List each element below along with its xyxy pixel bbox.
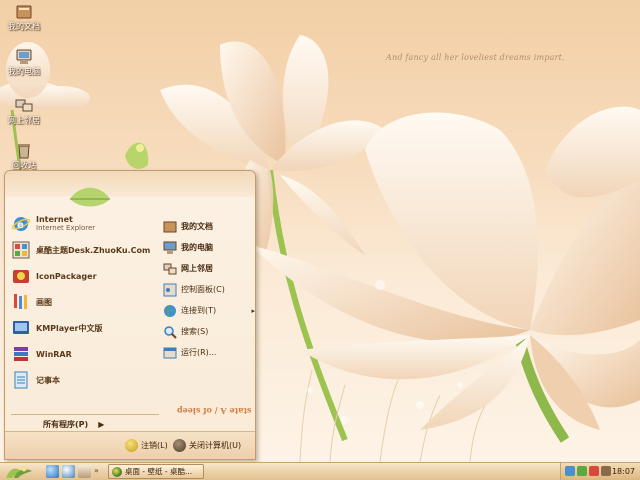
menu-divider bbox=[11, 414, 159, 415]
system-tray: 18:07 bbox=[560, 463, 640, 480]
start-menu-header bbox=[5, 171, 255, 197]
place-control-panel[interactable]: 控制面板(C) bbox=[163, 279, 255, 300]
network-places-icon bbox=[15, 99, 33, 112]
place-search[interactable]: 搜索(S) bbox=[163, 321, 255, 342]
program-title: WinRAR bbox=[36, 349, 72, 359]
run-icon bbox=[163, 347, 177, 358]
kmplayer-icon bbox=[13, 321, 29, 334]
place-my-computer[interactable]: 我的电脑 bbox=[163, 237, 255, 258]
my-computer-icon bbox=[163, 241, 177, 254]
program-title: 桌酷主题Desk.ZhuoKu.Com bbox=[36, 245, 151, 255]
place-run[interactable]: 运行(R)... bbox=[163, 342, 255, 363]
quicklaunch-chevron-icon[interactable]: » bbox=[94, 466, 99, 475]
desktop-icon-label: 我的文档 bbox=[8, 22, 40, 31]
taskbar-window-title: 桌面 - 壁纸 - 桌酷... bbox=[125, 467, 193, 476]
my-documents-icon bbox=[16, 5, 32, 19]
desktop-icon-label: 我的电脑 bbox=[8, 67, 40, 76]
decorative-stamp: state A / of sleep bbox=[177, 406, 252, 416]
svg-text:e: e bbox=[17, 220, 24, 231]
logoff-icon bbox=[125, 439, 138, 452]
program-title: IconPackager bbox=[36, 271, 97, 281]
program-iconpackager[interactable]: IconPackager bbox=[11, 263, 161, 289]
search-icon bbox=[164, 325, 177, 339]
program-winrar[interactable]: WinRAR bbox=[11, 341, 161, 367]
network-places-icon bbox=[163, 263, 177, 274]
program-subtitle: Internet Explorer bbox=[36, 224, 96, 232]
place-my-documents[interactable]: 我的文档 bbox=[163, 216, 255, 237]
tray-shield-icon[interactable] bbox=[577, 466, 587, 476]
my-documents-icon bbox=[163, 221, 177, 232]
browser-icon bbox=[112, 466, 122, 477]
start-button[interactable] bbox=[2, 463, 38, 480]
internet-explorer-icon: e bbox=[11, 217, 31, 231]
taskbar-clock[interactable]: 18:07 bbox=[612, 467, 635, 476]
submenu-arrow-icon: ▸ bbox=[251, 306, 255, 315]
start-menu-places: 我的文档 我的电脑 网上邻居 控制面板(C) 连接到(T) ▸ 搜索(S) 运行… bbox=[163, 216, 255, 363]
shutdown-icon bbox=[173, 439, 186, 452]
iconpackager-icon bbox=[13, 270, 29, 283]
zhuoku-theme-icon bbox=[12, 241, 30, 259]
program-title: KMPlayer中文版 bbox=[36, 323, 103, 333]
place-network[interactable]: 网上邻居 bbox=[163, 258, 255, 279]
chevron-right-icon: ▶ bbox=[98, 420, 105, 429]
program-internet-explorer[interactable]: e Internet Internet Explorer bbox=[11, 211, 161, 237]
desktop-icon-network[interactable]: 网上邻居 bbox=[0, 98, 48, 126]
control-panel-icon bbox=[163, 283, 177, 296]
program-kmplayer[interactable]: KMPlayer中文版 bbox=[11, 315, 161, 341]
taskbar-window-button[interactable]: 桌面 - 壁纸 - 桌酷... bbox=[108, 464, 204, 479]
place-label: 运行(R)... bbox=[181, 348, 217, 357]
program-notepad[interactable]: 记事本 bbox=[11, 367, 161, 393]
place-connect-to[interactable]: 连接到(T) ▸ bbox=[163, 300, 255, 321]
desktop-icon-my-documents[interactable]: 我的文档 bbox=[0, 4, 48, 32]
wallpaper-quote: And fancy all her loveliest dreams impar… bbox=[386, 53, 565, 62]
desktop-icon-label: 网上邻居 bbox=[8, 116, 40, 125]
place-label: 我的电脑 bbox=[181, 243, 213, 252]
quicklaunch-desktop-icon[interactable] bbox=[78, 465, 91, 478]
paint-icon bbox=[14, 294, 27, 309]
start-menu: e Internet Internet Explorer 桌酷主题Desk.Zh… bbox=[4, 170, 256, 460]
place-label: 我的文档 bbox=[181, 222, 213, 231]
notepad-icon bbox=[14, 371, 28, 389]
program-title: 记事本 bbox=[36, 375, 60, 385]
tray-volume-icon[interactable] bbox=[601, 466, 611, 476]
program-title: 画图 bbox=[36, 297, 52, 307]
place-label: 搜索(S) bbox=[181, 327, 209, 336]
taskbar: » 桌面 - 壁纸 - 桌酷... 18:07 bbox=[0, 462, 640, 480]
logoff-button[interactable]: 注销(L) bbox=[125, 439, 168, 452]
place-label: 连接到(T) bbox=[181, 306, 217, 315]
quicklaunch-ie-icon[interactable] bbox=[46, 465, 59, 478]
program-zhuoku-theme[interactable]: 桌酷主题Desk.ZhuoKu.Com bbox=[11, 237, 161, 263]
desktop-icon-label: 回收站 bbox=[12, 161, 36, 170]
program-paint[interactable]: 画图 bbox=[11, 289, 161, 315]
shutdown-label: 关闭计算机(U) bbox=[189, 441, 242, 450]
logoff-label: 注销(L) bbox=[141, 441, 168, 450]
winrar-icon bbox=[14, 347, 28, 361]
program-title: Internet bbox=[36, 215, 73, 224]
shutdown-button[interactable]: 关闭计算机(U) bbox=[173, 439, 241, 452]
pinned-programs: e Internet Internet Explorer 桌酷主题Desk.Zh… bbox=[11, 211, 161, 393]
tray-network-icon[interactable] bbox=[565, 466, 575, 476]
my-computer-icon bbox=[16, 49, 32, 64]
desktop-icon-recycle-bin[interactable]: 回收站 bbox=[0, 143, 48, 171]
all-programs-button[interactable]: 所有程序(P) ▶ bbox=[43, 419, 104, 430]
recycle-bin-icon bbox=[18, 144, 30, 159]
place-label: 控制面板(C) bbox=[181, 285, 225, 294]
connect-to-icon bbox=[164, 304, 176, 317]
all-programs-label: 所有程序(P) bbox=[43, 420, 89, 429]
place-label: 网上邻居 bbox=[181, 264, 213, 273]
desktop-icon-my-computer[interactable]: 我的电脑 bbox=[0, 49, 48, 77]
quicklaunch-media-icon[interactable] bbox=[62, 465, 75, 478]
start-menu-footer: 注销(L) 关闭计算机(U) bbox=[5, 431, 255, 459]
tray-app-icon[interactable] bbox=[589, 466, 599, 476]
